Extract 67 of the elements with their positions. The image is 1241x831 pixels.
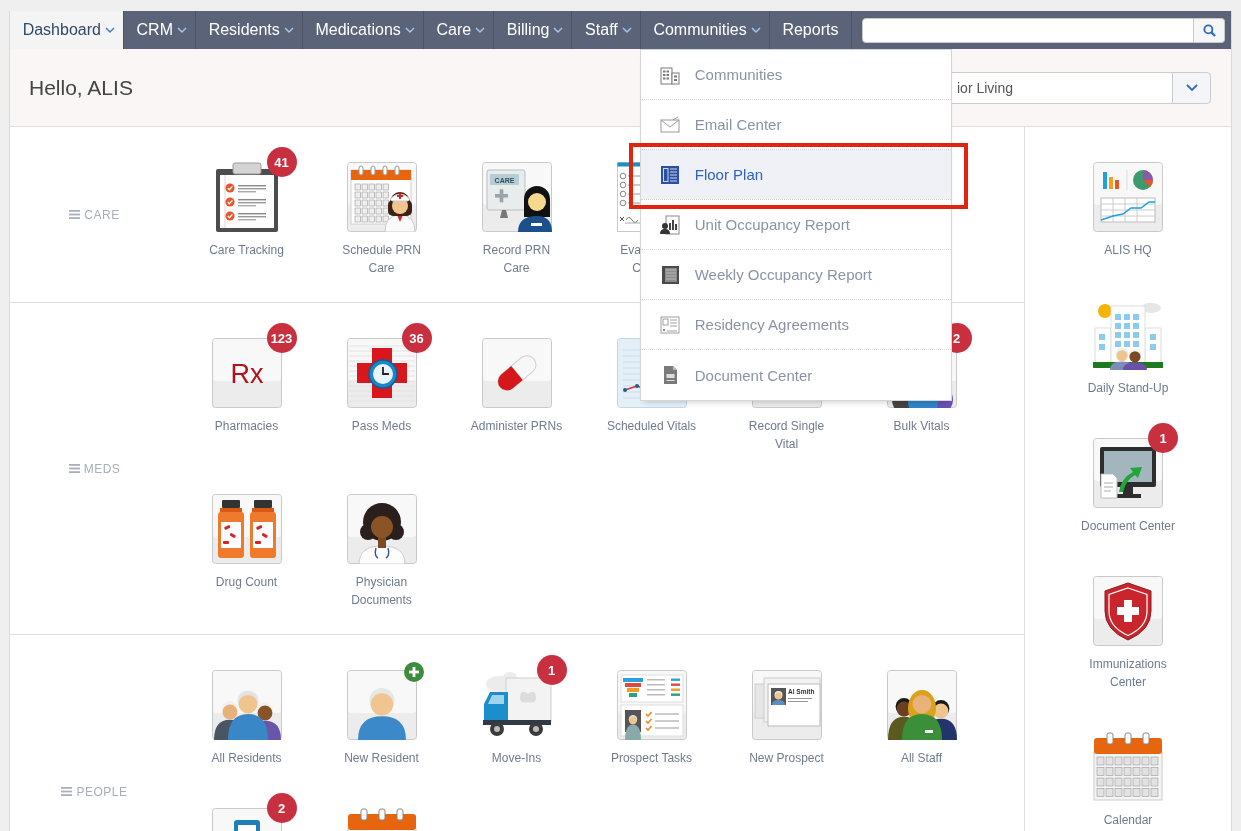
- search-button[interactable]: [1194, 17, 1225, 43]
- ledger-icon: [659, 264, 680, 285]
- envelope-icon: [659, 114, 680, 135]
- tile-label[interactable]: New Prospect: [738, 749, 835, 767]
- count-badge: 1: [536, 655, 567, 685]
- tile-label[interactable]: Eva C: [617, 241, 641, 277]
- tile-label[interactable]: All Staff: [873, 749, 970, 767]
- tile-label[interactable]: Calendar: [1080, 811, 1176, 829]
- tile-label[interactable]: Move-Ins: [468, 749, 565, 767]
- tile-label[interactable]: New Resident: [333, 749, 430, 767]
- tile-label[interactable]: Physician Documents: [333, 573, 430, 609]
- plus-icon: [403, 662, 424, 682]
- menu-item[interactable]: Unit Occupancy Report: [640, 210, 951, 239]
- page-layout-icon: [659, 164, 680, 185]
- menu-icon: [69, 210, 81, 219]
- people-group-icon[interactable]: [211, 670, 282, 740]
- calendar-nurse-icon[interactable]: [346, 162, 417, 232]
- doctor-icon[interactable]: [346, 494, 417, 564]
- tile-label[interactable]: Daily Stand-Up: [1080, 379, 1176, 397]
- tile-label[interactable]: Schedule PRN Care: [333, 241, 430, 277]
- menu-item[interactable]: Weekly Occupancy Report: [640, 260, 951, 289]
- staff-group-icon[interactable]: [886, 670, 957, 740]
- tile-label[interactable]: Immunizations Center: [1080, 655, 1176, 691]
- search-icon: [1202, 23, 1216, 37]
- menu-icon: [68, 464, 80, 473]
- chart-person-icon: [659, 214, 680, 235]
- tile-label[interactable]: Bulk Vitals: [873, 417, 970, 435]
- funnel-checklist-icon[interactable]: [616, 670, 687, 740]
- menu-item[interactable]: Document Center: [640, 361, 951, 389]
- tile-label[interactable]: Document Center: [1080, 517, 1176, 535]
- building-icon: [659, 64, 680, 85]
- tile-label[interactable]: Record Single Vital: [738, 417, 835, 453]
- caret-icon: [1185, 84, 1198, 91]
- section-title: PEOPLE: [76, 784, 128, 799]
- greeting: Hello, ALIS: [29, 75, 133, 100]
- section-title: MEDS: [83, 461, 121, 476]
- dropdown-button[interactable]: [1172, 71, 1211, 104]
- menu-icon: [61, 787, 73, 796]
- count-badge: 41: [266, 147, 297, 177]
- menu-item[interactable]: Floor Plan: [640, 150, 951, 199]
- building-icon[interactable]: [1093, 300, 1163, 370]
- tile-label[interactable]: Drug Count: [198, 573, 295, 591]
- tile-label[interactable]: ALIS HQ: [1080, 241, 1176, 259]
- search-field[interactable]: [862, 17, 1194, 43]
- person-icon[interactable]: [346, 670, 417, 740]
- tile-label[interactable]: Prospect Tasks: [603, 749, 700, 767]
- tile-label[interactable]: Care Tracking: [198, 241, 295, 259]
- calendar-icon[interactable]: [1093, 732, 1163, 802]
- tile-label[interactable]: Administer PRNs: [468, 417, 565, 435]
- pill-bottles-icon[interactable]: [211, 494, 282, 564]
- count-badge: 36: [401, 323, 432, 353]
- section-title: CARE: [84, 207, 120, 222]
- form-icon: [659, 314, 680, 335]
- nav-tab[interactable]: Reports: [769, 11, 853, 49]
- charts-icon[interactable]: [1093, 162, 1163, 232]
- menu-item[interactable]: Email Center: [640, 110, 951, 139]
- count-badge: 2: [266, 793, 297, 823]
- tile-label[interactable]: All Residents: [198, 749, 295, 767]
- count-badge: 1: [1148, 423, 1178, 453]
- shield-icon[interactable]: [1093, 576, 1163, 646]
- tile-label[interactable]: Pass Meds: [333, 417, 430, 435]
- nav-tab[interactable]: Dashboard: [10, 11, 124, 49]
- tile-label[interactable]: Pharmacies: [198, 417, 295, 435]
- tile-label[interactable]: Scheduled Vitals: [603, 417, 700, 435]
- count-badge: 123: [266, 323, 297, 353]
- tile-label[interactable]: Record PRN Care: [468, 241, 565, 277]
- capsule-icon[interactable]: [481, 338, 552, 408]
